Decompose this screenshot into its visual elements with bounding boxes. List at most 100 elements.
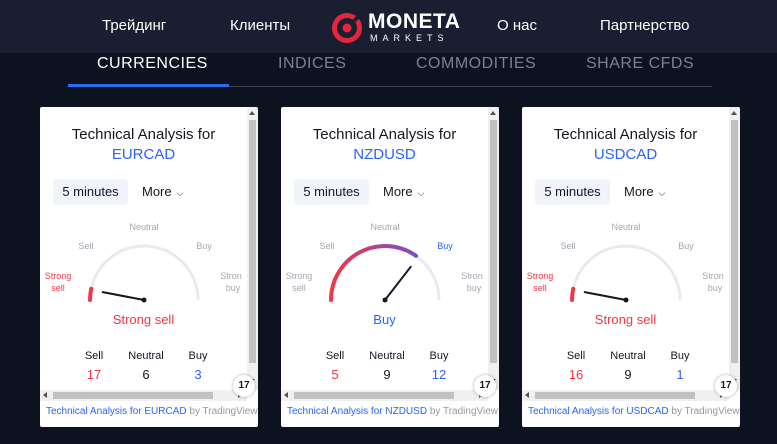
gauge-label-buy: Buy [437,241,453,251]
gauge-active-arc [329,244,418,302]
sell-count: 16 [568,367,584,382]
technical-analysis-widget: Technical Analysis for USDCAD 5 minutes … [522,107,740,427]
technical-analysis-widget: Technical Analysis for EURCAD 5 minutes … [40,107,258,427]
tradingview-logo-icon[interactable]: 17 [233,375,255,397]
gauge-needle-pivot [623,297,629,303]
gauge-label-sell: Sell [560,241,575,251]
gauge-label-buy: Buy [196,241,212,251]
gauge-active-arc [88,286,94,302]
chevron-down-icon: ⌵ [176,188,184,198]
tab-commodities[interactable]: COMMODITIES [416,55,536,73]
indicator-counts: Sell Neutral Buy 17 6 3 [40,350,247,390]
gauge-needle-pivot [141,297,147,303]
widget-title: Technical Analysis for [71,126,216,143]
scroll-left-arrow-icon[interactable] [525,392,529,398]
indicator-counts: Sell Neutral Buy 5 9 12 [281,350,488,390]
buy-count-label: Buy [429,350,449,362]
gauge-label-strong-buy: Stron [702,271,724,281]
gauge-label-strong-buy-2: buy [226,283,241,293]
gauge-track [329,244,441,301]
tradingview-logo-icon[interactable]: 17 [715,375,737,397]
nav-link-trading[interactable]: Трейдинг [102,17,166,34]
widget-footer: Technical Analysis for NZDUSD by Trading… [287,406,499,418]
widget-footer: Technical Analysis for USDCAD by Trading… [528,406,740,418]
more-intervals-dropdown[interactable]: More ⌵ [142,179,183,205]
gauge-needle [583,291,627,301]
footer-attribution: by TradingView [668,406,740,417]
horizontal-scroll-thumb[interactable] [294,392,454,399]
gauge-active-arc [570,286,576,302]
footer-analysis-link[interactable]: Technical Analysis for NZDUSD [287,406,427,417]
neutral-count-label: Neutral [128,350,164,362]
scroll-up-arrow-icon[interactable] [249,111,255,115]
interval-button[interactable]: 5 minutes [535,179,610,205]
nav-link-about[interactable]: О нас [497,17,537,34]
sell-count: 17 [86,367,102,382]
widget-symbol-link[interactable]: EURCAD [40,145,247,164]
vertical-scroll-thumb[interactable] [490,120,497,363]
vertical-scroll-thumb[interactable] [249,120,256,363]
neutral-count: 9 [383,367,391,382]
gauge-label-strong-buy-2: buy [467,283,482,293]
scroll-left-arrow-icon[interactable] [43,392,47,398]
neutral-count: 6 [142,367,150,382]
chevron-down-icon: ⌵ [658,188,666,198]
gauge-label-strong-sell: Strong [527,271,554,281]
widget-footer: Technical Analysis for EURCAD by Trading… [46,406,258,418]
horizontal-scrollbar[interactable] [522,390,729,401]
gauge-label-neutral: Neutral [370,222,399,232]
widget-title: Technical Analysis for [553,126,698,143]
gauge-needle [384,265,412,301]
vertical-scrollbar[interactable] [488,107,499,390]
interval-button[interactable]: 5 minutes [294,179,369,205]
summary-result: Strong sell [112,312,175,327]
logo-name: MONETA [368,10,461,33]
footer-attribution: by TradingView [186,406,258,417]
footer-analysis-link[interactable]: Technical Analysis for USDCAD [528,406,669,417]
buy-count: 1 [676,367,684,382]
active-tab-indicator [68,84,229,87]
more-label: More [624,184,654,199]
gauge-label-strong-sell: Strong [45,271,72,281]
gauge-label-strong-sell-2: sell [292,283,306,293]
footer-analysis-link[interactable]: Technical Analysis for EURCAD [46,406,187,417]
gauge-needle [101,291,145,301]
widget-symbol-link[interactable]: NZDUSD [281,145,488,164]
vertical-scroll-thumb[interactable] [731,120,738,363]
scroll-up-arrow-icon[interactable] [731,111,737,115]
top-navigation-bar: Трейдинг Клиенты MONETA MARKETS О нас Па… [0,0,777,53]
sell-count-label: Sell [566,350,586,362]
gauge-label-neutral: Neutral [129,222,158,232]
tab-indices[interactable]: INDICES [278,55,346,73]
horizontal-scrollbar[interactable] [40,390,247,401]
horizontal-scroll-thumb[interactable] [535,392,695,399]
more-intervals-dropdown[interactable]: More ⌵ [383,179,424,205]
gauge-needle-pivot [382,297,388,303]
logo-mark-icon [332,13,362,43]
tab-share-cfds[interactable]: SHARE CFDS [586,55,694,73]
moneta-markets-logo[interactable]: MONETA MARKETS [332,11,460,45]
interval-button[interactable]: 5 minutes [53,179,128,205]
nav-link-clients[interactable]: Клиенты [230,17,290,34]
summary-result: Buy [373,312,396,327]
indicator-counts: Sell Neutral Buy 16 9 1 [522,350,729,390]
more-label: More [383,184,413,199]
scroll-up-arrow-icon[interactable] [490,111,496,115]
horizontal-scroll-thumb[interactable] [53,392,213,399]
neutral-count-label: Neutral [369,350,405,362]
tradingview-logo-icon[interactable]: 17 [474,375,496,397]
scroll-left-arrow-icon[interactable] [284,392,288,398]
neutral-count-label: Neutral [610,350,646,362]
horizontal-scrollbar[interactable] [281,390,488,401]
sell-count-label: Sell [325,350,345,362]
vertical-scrollbar[interactable] [247,107,258,390]
widget-symbol-link[interactable]: USDCAD [522,145,729,164]
footer-attribution: by TradingView [427,406,499,417]
more-intervals-dropdown[interactable]: More ⌵ [624,179,665,205]
nav-link-partnership[interactable]: Партнерство [600,17,690,34]
gauge-label-strong-sell-2: sell [51,283,65,293]
gauge-label-strong-buy: Stron [220,271,242,281]
tab-currencies[interactable]: CURRENCIES [97,55,208,73]
vertical-scrollbar[interactable] [729,107,740,390]
buy-count-label: Buy [188,350,208,362]
